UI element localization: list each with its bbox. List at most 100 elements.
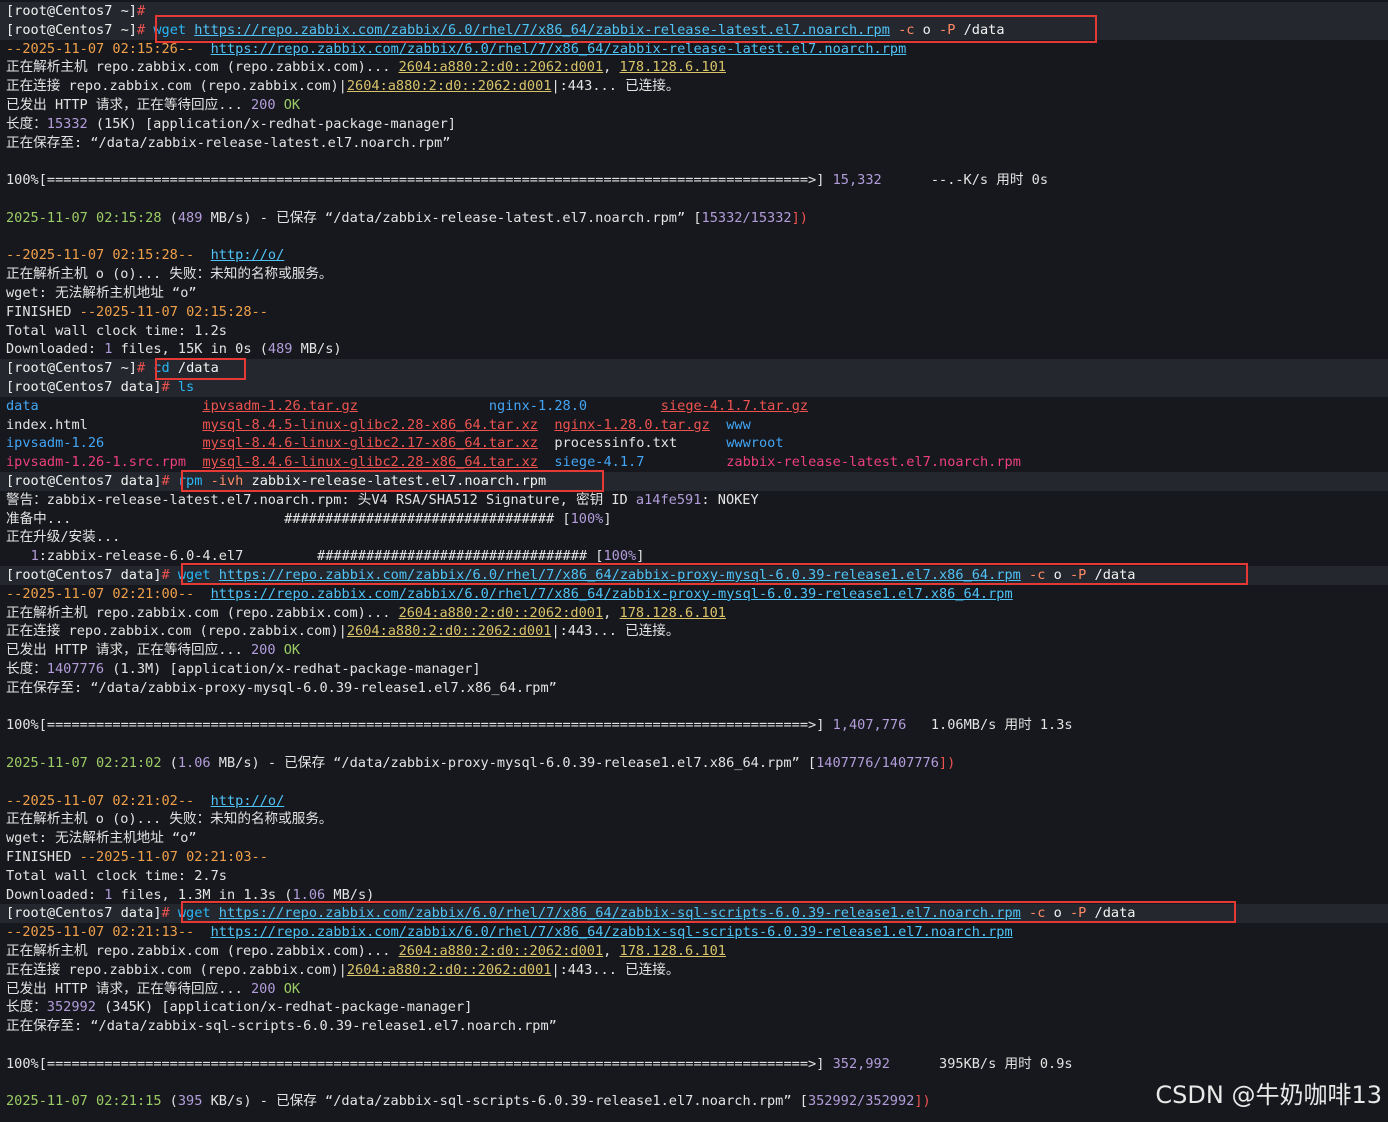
- terminal-text: --2025-11-07 02:21:00--: [6, 585, 211, 602]
- output-line: 长度：1407776 (1.3M) [application/x-redhat-…: [6, 660, 481, 679]
- output-line: 正在保存至: “/data/zabbix-sql-scripts-6.0.39-…: [6, 1017, 557, 1036]
- terminal-text: -c: [1020, 567, 1046, 583]
- terminal-text: 正在连接 repo.zabbix.com (repo.zabbix.com)|: [6, 78, 347, 95]
- terminal-text: mysql-8.4.6-linux-glibc2.28-x86_64.tar.x…: [202, 454, 538, 471]
- output-line: index.html mysql-8.4.5-linux-glibc2.28-x…: [6, 416, 751, 435]
- terminal-text: mysql-8.4.5-linux-glibc2.28-x86_64.tar.x…: [202, 416, 538, 433]
- terminal-text: 352992: [46, 999, 96, 1016]
- terminal-text: 100%[===================================…: [6, 172, 833, 189]
- terminal-text: 1407776: [46, 661, 105, 677]
- terminal-text: 正在保存至: “/data/zabbix-release-latest.el7.…: [6, 134, 451, 151]
- output-line: 正在连接 repo.zabbix.com (repo.zabbix.com)|2…: [6, 622, 679, 641]
- output-line: Downloaded: 1 files, 1.3M in 1.3s (1.06 …: [6, 886, 374, 905]
- terminal-text: OK: [275, 980, 301, 997]
- terminal-text[interactable]: http://o/: [211, 793, 285, 809]
- terminal-text[interactable]: https://repo.zabbix.com/zabbix/6.0/rhel/…: [211, 41, 907, 57]
- terminal-text: wget: 无法解析主机地址 “o”: [6, 285, 197, 301]
- terminal-text: [root@Centos7 ~]: [6, 3, 137, 19]
- terminal-text: 100%: [570, 510, 604, 527]
- terminal-text: 2604:a880:2:d0::2062:d001: [346, 961, 552, 978]
- output-line: --2025-11-07 02:15:28-- http://o/: [6, 246, 284, 265]
- terminal-text[interactable]: http://o/: [211, 247, 285, 263]
- terminal-text: wget: 无法解析主机地址 “o”: [6, 830, 197, 847]
- output-line: 正在升级/安装...: [6, 528, 120, 547]
- output-line: 已发出 HTTP 请求，正在等待回应... 200 OK: [6, 980, 300, 999]
- terminal-text: (: [161, 1093, 178, 1110]
- terminal-text: #: [161, 379, 178, 395]
- terminal-text: |:443... 已连接。: [551, 78, 680, 95]
- terminal-text: : NOKEY: [701, 491, 759, 508]
- terminal-text[interactable]: https://repo.zabbix.com/zabbix/6.0/rhel/…: [219, 905, 1021, 921]
- output-line: 已发出 HTTP 请求，正在等待回应... 200 OK: [6, 641, 300, 660]
- output-line: 100%[===================================…: [6, 716, 1073, 735]
- terminal-text: 正在解析主机 repo.zabbix.com (repo.zabbix.com)…: [6, 59, 399, 76]
- terminal-text: FINISHED: [6, 303, 80, 320]
- output-line: 正在连接 repo.zabbix.com (repo.zabbix.com)|2…: [6, 961, 679, 980]
- terminal-text: siege-4.1.7: [554, 454, 645, 471]
- output-line: 准备中... #################################…: [6, 510, 612, 529]
- terminal-text: 489: [267, 341, 293, 358]
- terminal-text: 2604:a880:2:d0::2062:d001: [346, 623, 552, 640]
- output-line: 已发出 HTTP 请求，正在等待回应... 200 OK: [6, 96, 300, 115]
- terminal-text: ,: [603, 943, 620, 959]
- terminal-text: --2025-11-07 02:21:02--: [6, 792, 211, 809]
- terminal-text: FINISHED: [6, 849, 80, 865]
- terminal-text: wwwroot: [726, 435, 784, 452]
- terminal-text: mysql-8.4.6-linux-glibc2.17-x86_64.tar.x…: [202, 435, 538, 452]
- terminal-text: data: [6, 397, 203, 414]
- terminal-text: MB/s) - 已保存 “/data/zabbix-proxy-mysql-6.…: [210, 755, 817, 771]
- terminal-window[interactable]: [root@Centos7 ~]# [root@Centos7 ~]# wget …: [0, 0, 1388, 1122]
- terminal-text: (345K) [application/x-redhat-package-man…: [95, 999, 473, 1016]
- command-line: [root@Centos7 ~]# wget https://repo.zabb…: [6, 21, 1005, 40]
- terminal-text[interactable]: https://repo.zabbix.com/zabbix/6.0/rhel/…: [211, 586, 1013, 602]
- terminal-text: 正在保存至: “/data/zabbix-proxy-mysql-6.0.39-…: [6, 679, 557, 696]
- terminal-text: 352,992: [832, 1055, 890, 1072]
- terminal-text[interactable]: https://repo.zabbix.com/zabbix/6.0/rhel/…: [211, 924, 1013, 940]
- terminal-text: Total wall clock time: 1.2s: [6, 322, 227, 339]
- output-line: wget: 无法解析主机地址 “o”: [6, 284, 197, 303]
- terminal-text: cd: [153, 360, 170, 377]
- terminal-text: 已发出 HTTP 请求，正在等待回应...: [6, 642, 251, 659]
- terminal-text: 178.128.6.101: [619, 59, 726, 76]
- terminal-text: ]): [791, 209, 808, 226]
- terminal-text: 15,332: [832, 172, 882, 189]
- terminal-text: 200: [250, 642, 276, 659]
- terminal-text: 已发出 HTTP 请求，正在等待回应...: [6, 97, 251, 113]
- terminal-text: ,: [603, 604, 620, 621]
- terminal-text: #: [136, 360, 154, 377]
- terminal-text: #: [161, 567, 178, 583]
- terminal-text: 长度：: [6, 115, 47, 132]
- terminal-text: ls: [177, 379, 195, 395]
- watermark: CSDN @牛奶咖啡13: [1155, 1081, 1382, 1109]
- terminal-text: ipvsadm-1.26-1.src.rpm: [6, 454, 187, 471]
- terminal-text: 2025-11-07 02:21:02: [6, 755, 162, 771]
- terminal-text: /data: [955, 21, 1005, 38]
- terminal-text: index.html: [6, 416, 203, 433]
- terminal-text: files, 15K in 0s (: [112, 341, 268, 358]
- terminal-text: ipvsadm-1.26.tar.gz: [202, 397, 358, 414]
- terminal-text: MB/s): [325, 886, 375, 903]
- output-line: 100%[===================================…: [6, 1055, 1073, 1074]
- terminal-text: --2025-11-07 02:15:28--: [6, 247, 211, 264]
- terminal-text: 1.06: [177, 755, 211, 771]
- terminal-text: 警告：zabbix-release-latest.el7.noarch.rpm:…: [6, 491, 636, 508]
- terminal-text: #: [161, 473, 178, 489]
- terminal-text[interactable]: https://repo.zabbix.com/zabbix/6.0/rhel/…: [194, 22, 890, 38]
- terminal-text: #: [136, 3, 146, 19]
- terminal-text: --.-K/s 用时 0s: [881, 172, 1049, 189]
- terminal-text: 2025-11-07 02:21:15: [6, 1093, 162, 1110]
- terminal-text[interactable]: https://repo.zabbix.com/zabbix/6.0/rhel/…: [219, 567, 1021, 583]
- terminal-text: 已发出 HTTP 请求，正在等待回应...: [6, 980, 251, 997]
- terminal-text: zabbix-release-latest.el7.noarch.rpm: [726, 454, 1021, 471]
- terminal-text: 正在连接 repo.zabbix.com (repo.zabbix.com)|: [6, 623, 347, 640]
- output-line: 长度：352992 (345K) [application/x-redhat-p…: [6, 998, 472, 1017]
- terminal-text: o: [1045, 905, 1062, 922]
- terminal-text: o: [914, 21, 931, 38]
- terminal-text: 正在连接 repo.zabbix.com (repo.zabbix.com)|: [6, 961, 347, 978]
- terminal-text: siege-4.1.7.tar.gz: [660, 397, 809, 414]
- terminal-text: wget: [177, 905, 219, 922]
